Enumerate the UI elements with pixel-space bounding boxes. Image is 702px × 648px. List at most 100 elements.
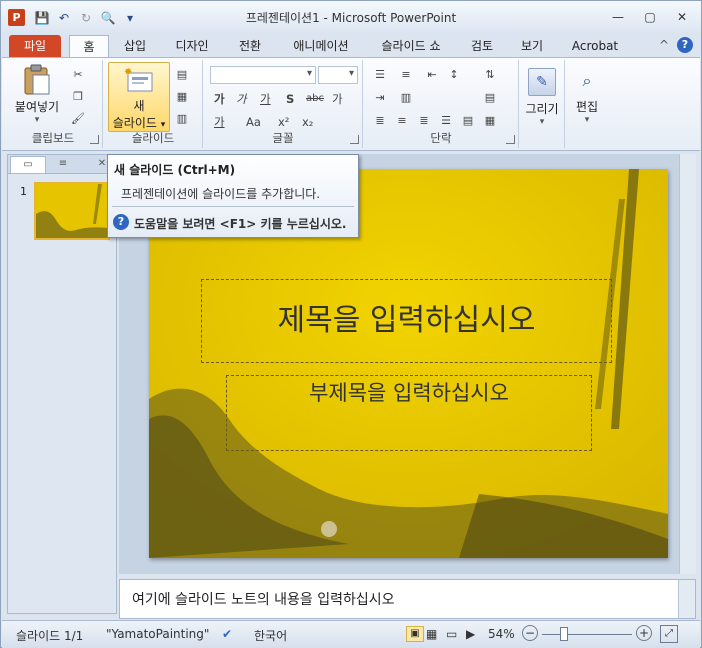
align-text-icon[interactable]: ▤ — [482, 91, 498, 105]
slides-panel: ▭ ≡ ✕ 1 — [7, 154, 117, 614]
tab-file[interactable]: 파일 — [9, 35, 61, 57]
justify-icon[interactable]: ☰ — [438, 114, 454, 128]
panel-tabs: ▭ ≡ ✕ — [8, 155, 116, 174]
cut-icon[interactable]: ✂ — [70, 68, 86, 82]
vertical-scrollbar[interactable] — [679, 154, 696, 574]
format-painter-icon[interactable]: 🖌 — [70, 112, 86, 126]
editing-dropdown-icon[interactable]: ▾ — [566, 115, 608, 125]
bullets-icon[interactable]: ☰ — [372, 68, 388, 82]
shadow-button[interactable]: S — [286, 91, 294, 107]
zoom-level[interactable]: 54% — [488, 627, 515, 641]
ribbon-right-controls: ^ ? — [659, 37, 693, 53]
font-name-combo[interactable] — [210, 66, 316, 84]
align-right-icon[interactable]: ≣ — [416, 114, 432, 128]
change-case-button[interactable]: Aa — [246, 114, 261, 130]
notes-pane[interactable]: 여기에 슬라이드 노트의 내용을 입력하십시오 — [119, 579, 696, 619]
clipboard-group: 붙여넣기 ▾ ✂ ❐ 🖌 클립보드 — [4, 60, 103, 148]
collapse-ribbon-icon[interactable]: ^ — [659, 38, 669, 52]
tab-review[interactable]: 검토 — [463, 35, 501, 57]
strikethrough-button[interactable]: abc — [306, 91, 324, 107]
tab-insert[interactable]: 삽입 — [117, 35, 153, 57]
zoom-slider-track[interactable] — [542, 634, 632, 635]
font-color-button[interactable]: 가 — [214, 114, 225, 130]
slide-sorter-icon[interactable]: ▦ — [426, 627, 437, 641]
minimize-button[interactable]: — — [603, 7, 633, 27]
tab-design[interactable]: 디자인 — [165, 35, 219, 57]
paste-button[interactable]: 붙여넣기 ▾ — [10, 64, 64, 125]
drawing-dropdown-icon[interactable]: ▾ — [520, 117, 564, 127]
clipboard-launcher-icon[interactable] — [90, 135, 99, 144]
tooltip-help-icon: ? — [113, 214, 129, 230]
zoom-out-button[interactable]: − — [522, 625, 538, 641]
smartart-icon[interactable]: ▦ — [482, 114, 498, 128]
tab-home[interactable]: 홈 — [69, 35, 109, 59]
paste-label: 붙여넣기 — [14, 100, 60, 114]
clear-format-button[interactable]: 가 — [260, 91, 271, 107]
columns-icon[interactable]: ▥ — [398, 91, 414, 105]
copy-icon[interactable]: ❐ — [70, 90, 86, 104]
status-bar: 슬라이드 1/1 "YamatoPainting" ✔ 한국어 ▣ ▦ ▭ ▶ … — [2, 620, 700, 648]
notes-placeholder[interactable]: 여기에 슬라이드 노트의 내용을 입력하십시오 — [132, 589, 395, 609]
title-placeholder[interactable]: 제목을 입력하십시오 — [201, 279, 612, 363]
outline-tab-icon[interactable]: ≡ — [46, 156, 80, 172]
ribbon-tabs: 파일 홈 삽입 디자인 전환 애니메이션 슬라이드 쇼 검토 보기 Acroba… — [1, 33, 701, 59]
reset-icon[interactable]: ▦ — [174, 90, 190, 104]
tab-transitions[interactable]: 전환 — [229, 35, 271, 57]
reading-view-icon[interactable]: ▭ — [446, 627, 457, 641]
notes-scrollbar[interactable] — [678, 580, 695, 618]
spellcheck-icon[interactable]: ✔ — [222, 627, 232, 641]
fit-slide-icon[interactable]: ⤢ — [660, 625, 678, 643]
theme-name[interactable]: "YamatoPainting" — [106, 627, 209, 641]
normal-view-icon[interactable]: ▣ — [406, 626, 424, 642]
tab-animations[interactable]: 애니메이션 — [281, 35, 361, 57]
slides-tab-icon[interactable]: ▭ — [10, 156, 46, 173]
decrease-font-button[interactable]: 가 — [236, 91, 247, 107]
layout-icon[interactable]: ▤ — [174, 68, 190, 82]
new-slide-tooltip: 새 슬라이드 (Ctrl+M) 프레젠테이션에 슬라이드를 추가합니다. ? 도… — [107, 154, 359, 238]
font-launcher-icon[interactable] — [350, 135, 359, 144]
language[interactable]: 한국어 — [254, 627, 287, 644]
paste-dropdown-icon[interactable]: ▾ — [10, 115, 64, 125]
slide-thumbnail[interactable] — [34, 182, 110, 240]
close-button[interactable]: ✕ — [667, 7, 697, 27]
align-left-icon[interactable]: ≣ — [372, 114, 388, 128]
new-slide-label-2: 슬라이드 ▾ — [112, 116, 166, 130]
numbering-icon[interactable]: ≡ — [398, 68, 414, 82]
tab-slideshow[interactable]: 슬라이드 쇼 — [369, 35, 453, 57]
maximize-button[interactable]: ▢ — [635, 7, 665, 27]
slideshow-view-icon[interactable]: ▶ — [466, 627, 475, 641]
subtitle-placeholder[interactable]: 부제목을 입력하십시오 — [226, 375, 592, 451]
decrease-indent-icon[interactable]: ⇤ — [424, 68, 440, 82]
drawing-group[interactable]: ✎ 그리기 ▾ — [520, 60, 565, 148]
tooltip-help-text: 도움말을 보려면 <F1> 키를 누르십시오. — [134, 217, 347, 231]
new-slide-icon: ✸ — [124, 67, 154, 97]
paragraph-launcher-icon[interactable] — [506, 135, 515, 144]
new-slide-button[interactable]: ✸ 새 슬라이드 ▾ — [108, 62, 170, 132]
align-center-icon[interactable]: ≡ — [394, 114, 410, 128]
slide-count: 슬라이드 1/1 — [16, 629, 84, 643]
text-direction-icon[interactable]: ⇅ — [482, 68, 498, 82]
editing-group[interactable]: ⌕ 편집 ▾ — [566, 60, 608, 148]
line-spacing-icon[interactable]: ↕ — [446, 68, 462, 82]
help-icon[interactable]: ? — [677, 37, 693, 53]
zoom-in-button[interactable]: + — [636, 625, 652, 641]
powerpoint-window: P 💾 ↶ ↻ 🔍 ▾ 프레젠테이션1 - Microsoft PowerPoi… — [0, 0, 702, 648]
tab-view[interactable]: 보기 — [513, 35, 551, 57]
tooltip-separator — [112, 206, 354, 207]
section-icon[interactable]: ▥ — [174, 112, 190, 126]
window-controls: — ▢ ✕ — [603, 7, 697, 27]
tab-acrobat[interactable]: Acrobat — [565, 35, 625, 57]
char-spacing-button[interactable]: 가 — [332, 91, 343, 107]
increase-font-button[interactable]: 가 — [214, 91, 225, 107]
clipboard-icon — [22, 64, 52, 95]
subscript-icon[interactable]: x₂ — [302, 114, 313, 130]
distribute-icon[interactable]: ▤ — [460, 114, 476, 128]
font-size-combo[interactable] — [318, 66, 358, 84]
ribbon: 붙여넣기 ▾ ✂ ❐ 🖌 클립보드 ✸ 새 슬라이드 ▾ ▤ ▦ ▥ 슬라이드 — [2, 57, 700, 151]
editing-label: 편집 — [575, 100, 599, 114]
drawing-label: 그리기 — [525, 102, 559, 116]
zoom-slider-thumb[interactable] — [560, 627, 568, 641]
new-slide-label-1: 새 — [133, 99, 145, 113]
increase-indent-icon[interactable]: ⇥ — [372, 91, 388, 105]
superscript-icon[interactable]: x² — [278, 114, 289, 130]
